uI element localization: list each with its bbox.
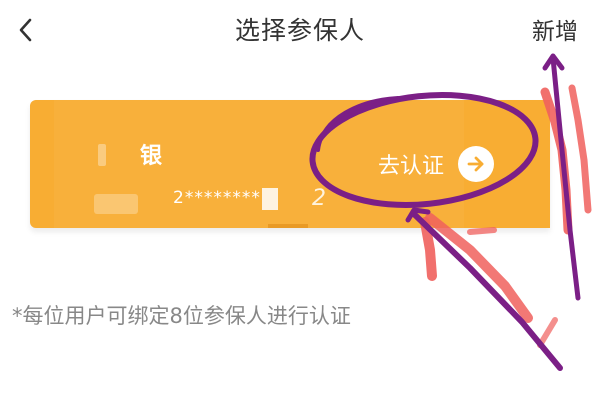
chevron-left-icon <box>19 18 32 42</box>
arrow-right-circle-icon <box>458 146 495 182</box>
insured-id-tail: 2 <box>312 186 326 211</box>
masked-id-block <box>262 188 278 210</box>
masked-id-prefix <box>94 194 138 214</box>
back-button[interactable] <box>6 8 46 52</box>
top-nav-bar: 选择参保人 新增 <box>0 0 600 62</box>
page-title: 选择参保人 <box>234 16 365 45</box>
add-insured-button[interactable]: 新增 <box>532 12 578 52</box>
binding-limit-hint: *每位用户可绑定8位参保人进行认证 <box>12 304 351 328</box>
verify-label: 去认证 <box>378 154 445 179</box>
insured-name: 银 <box>140 144 163 169</box>
insured-id-number: 2******** <box>173 188 261 208</box>
card-divider <box>268 224 308 228</box>
masked-name-glyph <box>98 144 106 166</box>
verify-button[interactable]: 去认证 <box>378 144 495 184</box>
